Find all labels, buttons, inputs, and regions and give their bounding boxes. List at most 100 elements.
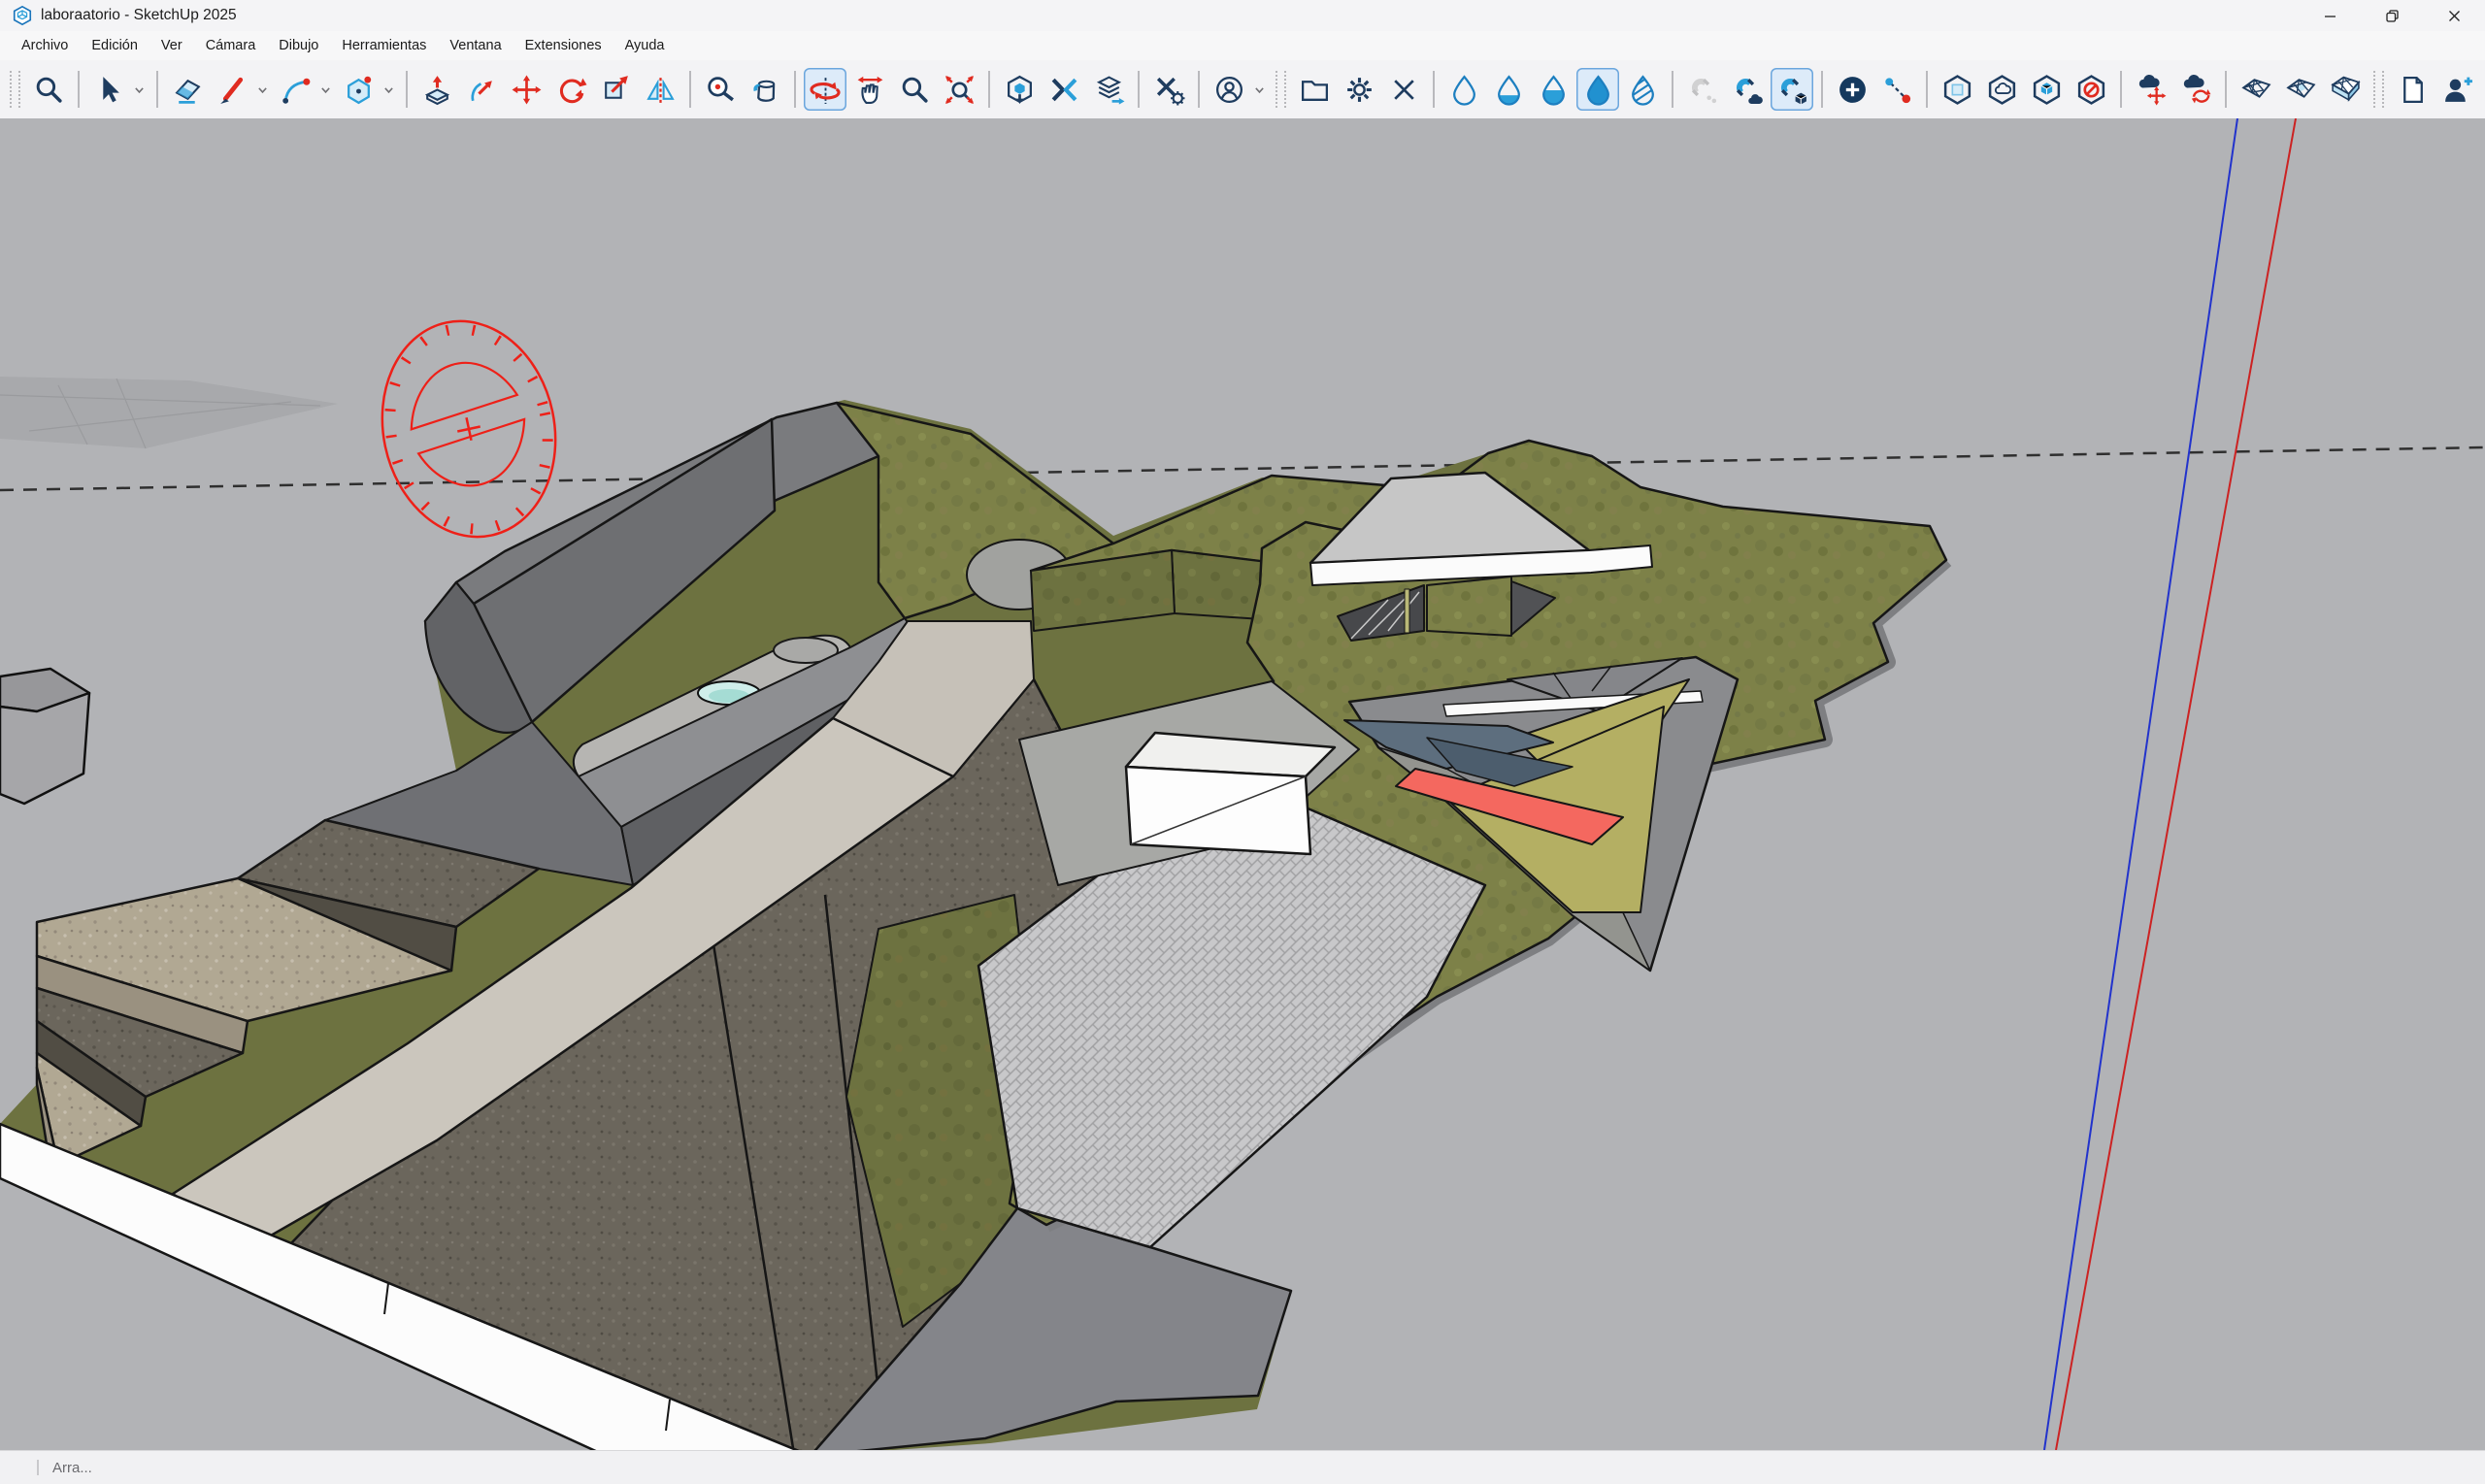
rotate-tool-button[interactable] — [804, 68, 846, 111]
arc-2pt-button[interactable] — [274, 68, 316, 111]
zoom-button[interactable] — [893, 68, 936, 111]
sketchup-window: laboraatorio - SketchUp 2025 ArchivoEdic… — [0, 0, 2485, 1483]
tape-measure-button[interactable] — [699, 68, 742, 111]
hex-cloud-button[interactable] — [1980, 68, 2023, 111]
toolbar-separator — [1138, 71, 1140, 108]
folder-button[interactable] — [1293, 68, 1336, 111]
horizon-line — [0, 447, 2485, 490]
endpoints-line-button[interactable] — [1875, 68, 1918, 111]
share-model-button[interactable] — [1087, 68, 1130, 111]
dropdown-chevron-icon[interactable] — [1251, 68, 1268, 111]
settings-gear-button[interactable] — [1338, 68, 1380, 111]
trimble-x-button[interactable] — [1043, 68, 1085, 111]
menu-item-dibujo[interactable]: Dibujo — [267, 33, 330, 58]
menu-item-archivo[interactable]: Archivo — [10, 33, 80, 58]
terrain-stamp-button[interactable] — [2324, 68, 2367, 111]
sketchup-logo-icon — [12, 5, 33, 26]
eraser-icon — [172, 74, 204, 106]
pan-hand-button[interactable] — [848, 68, 891, 111]
polygon-shape-button[interactable] — [337, 68, 380, 111]
terrain-mesh-icon — [2240, 74, 2272, 106]
warehouse-3d-icon — [1004, 74, 1036, 106]
cloud-rotate-icon — [2180, 74, 2212, 106]
dropdown-chevron-icon[interactable] — [254, 68, 271, 111]
hex-sketchup-button[interactable] — [2025, 68, 2068, 111]
toolbar-separator — [1926, 71, 1928, 108]
magnet-grey-button — [1681, 68, 1724, 111]
hex-square-button[interactable] — [1936, 68, 1978, 111]
toolbar-group — [4, 68, 1270, 111]
move-icon — [511, 74, 543, 106]
follow-me-button[interactable] — [460, 68, 503, 111]
toolbar-grip-handle[interactable] — [1276, 71, 1286, 108]
magnet-sketchup-button[interactable] — [1771, 68, 1813, 111]
menu-item-ayuda[interactable]: Ayuda — [613, 33, 677, 58]
terrain-smoove-icon — [2285, 74, 2317, 106]
folder-icon — [1299, 74, 1331, 106]
pencil-line-button[interactable] — [211, 68, 253, 111]
move-button[interactable] — [505, 68, 547, 111]
droplet-third-icon — [1493, 74, 1525, 106]
minimize-button[interactable] — [2299, 0, 2361, 31]
account-button[interactable] — [1208, 68, 1250, 111]
droplet-third-button[interactable] — [1487, 68, 1530, 111]
warehouse-3d-button[interactable] — [998, 68, 1041, 111]
toolbar-grip-handle[interactable] — [2373, 71, 2384, 108]
menu-item-herramientas[interactable]: Herramientas — [330, 33, 438, 58]
cloud-move-button[interactable] — [2130, 68, 2172, 111]
magnet-sketchup-icon — [1776, 74, 1808, 106]
droplet-empty-button[interactable] — [1442, 68, 1485, 111]
dropdown-chevron-icon[interactable] — [381, 68, 397, 111]
terrain-smoove-button[interactable] — [2279, 68, 2322, 111]
terrain-mesh-button[interactable] — [2235, 68, 2277, 111]
hex-forbidden-icon — [2075, 74, 2107, 106]
rotate-2d-icon — [555, 74, 587, 106]
endpoints-line-icon — [1881, 74, 1913, 106]
cloud-rotate-button[interactable] — [2174, 68, 2217, 111]
search-button[interactable] — [27, 68, 70, 111]
dropdown-chevron-icon[interactable] — [317, 68, 334, 111]
extension-manager-icon — [1153, 74, 1185, 106]
dropdown-chevron-icon[interactable] — [131, 68, 148, 111]
droplet-full-button[interactable] — [1576, 68, 1619, 111]
menu-bar: ArchivoEdiciónVerCámaraDibujoHerramienta… — [0, 31, 2485, 60]
paint-bucket-button[interactable] — [744, 68, 786, 111]
close-button[interactable] — [2423, 0, 2485, 31]
toolbar — [0, 60, 2485, 119]
toolbar-separator — [2225, 71, 2227, 108]
extension-manager-button[interactable] — [1147, 68, 1190, 111]
select-arrow-button[interactable] — [87, 68, 130, 111]
add-circle-button[interactable] — [1831, 68, 1873, 111]
pan-hand-icon — [854, 74, 886, 106]
new-document-button[interactable] — [2391, 68, 2434, 111]
menu-item-camara[interactable]: Cámara — [194, 33, 268, 58]
magnet-cloud-icon — [1732, 74, 1764, 106]
distant-mesh-plane — [0, 377, 338, 448]
flip-button[interactable] — [639, 68, 681, 111]
menu-item-extensiones[interactable]: Extensiones — [514, 33, 613, 58]
magnet-grey-icon — [1687, 74, 1719, 106]
push-pull-button[interactable] — [415, 68, 458, 111]
hex-forbidden-button[interactable] — [2070, 68, 2112, 111]
viewport-3d-canvas[interactable] — [0, 118, 2485, 1450]
add-person-button[interactable] — [2435, 68, 2478, 111]
search-icon — [33, 74, 65, 106]
menu-item-ventana[interactable]: Ventana — [438, 33, 513, 58]
toolbar-separator — [156, 71, 158, 108]
toolbar-separator — [406, 71, 408, 108]
droplet-hatched-button[interactable] — [1621, 68, 1664, 111]
zoom-extents-button[interactable] — [938, 68, 980, 111]
scale-button[interactable] — [594, 68, 637, 111]
restore-button[interactable] — [2361, 0, 2423, 31]
eraser-button[interactable] — [166, 68, 209, 111]
toolbar-separator — [794, 71, 796, 108]
rotate-2d-button[interactable] — [549, 68, 592, 111]
toolbar-grip-handle[interactable] — [10, 71, 20, 108]
droplet-twothirds-button[interactable] — [1532, 68, 1574, 111]
menu-item-ver[interactable]: Ver — [149, 33, 194, 58]
toolbar-separator — [988, 71, 990, 108]
close-x-button[interactable] — [1382, 68, 1425, 111]
menu-item-edicion[interactable]: Edición — [80, 33, 149, 58]
droplet-twothirds-icon — [1538, 74, 1570, 106]
magnet-cloud-button[interactable] — [1726, 68, 1769, 111]
